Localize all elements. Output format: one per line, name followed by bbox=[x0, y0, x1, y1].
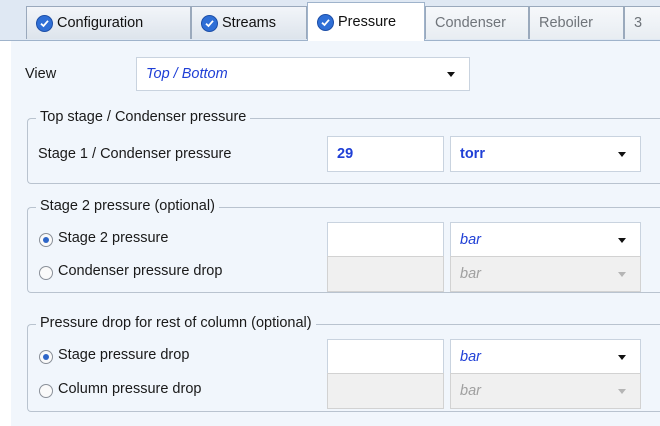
condenser-pressure-unit-select[interactable]: torr bbox=[450, 136, 641, 172]
chevron-down-icon bbox=[618, 272, 626, 277]
column-pressure-drop-unit: bar bbox=[460, 383, 481, 399]
tab-configuration[interactable]: Configuration bbox=[26, 6, 191, 39]
chevron-down-icon bbox=[447, 72, 455, 77]
chevron-down-icon bbox=[618, 389, 626, 394]
tab-strip: Configuration Streams Pressure Condenser… bbox=[0, 0, 660, 41]
stage2-pressure-unit: bar bbox=[460, 232, 481, 248]
stage-pressure-drop-unit-select[interactable]: bar bbox=[450, 339, 641, 375]
condenser-pressure-drop-unit: bar bbox=[460, 266, 481, 282]
condenser-pressure-drop-radio[interactable] bbox=[39, 266, 53, 280]
chevron-down-icon bbox=[618, 355, 626, 360]
condenser-pressure-unit: torr bbox=[460, 146, 485, 162]
column-pressure-drop-radio[interactable] bbox=[39, 384, 53, 398]
condenser-pressure-drop-label: Condenser pressure drop bbox=[58, 263, 223, 279]
column-pressure-drop-unit-select[interactable]: bar bbox=[450, 373, 641, 409]
check-circle-icon bbox=[201, 14, 218, 32]
tab-streams-label: Streams bbox=[222, 15, 276, 31]
group-top-stage-title: Top stage / Condenser pressure bbox=[36, 109, 251, 125]
stage2-pressure-label: Stage 2 pressure bbox=[58, 230, 169, 246]
stage-pressure-drop-input[interactable] bbox=[327, 339, 444, 375]
group-stage2-title: Stage 2 pressure (optional) bbox=[36, 198, 219, 214]
tab-reboiler-label: Reboiler bbox=[539, 15, 593, 31]
stage-pressure-drop-unit: bar bbox=[460, 349, 481, 365]
tab-configuration-label: Configuration bbox=[57, 15, 144, 31]
stage2-pressure-input[interactable] bbox=[327, 222, 444, 258]
condenser-pressure-value: 29 bbox=[337, 146, 354, 162]
tab-overflow-label: 3 bbox=[634, 15, 643, 31]
view-label: View bbox=[25, 66, 57, 82]
check-circle-icon bbox=[36, 14, 53, 32]
chevron-down-icon bbox=[618, 152, 626, 157]
column-pressure-drop-input[interactable] bbox=[327, 373, 444, 409]
chevron-down-icon bbox=[618, 238, 626, 243]
view-select-value: Top / Bottom bbox=[146, 66, 228, 82]
column-pressure-drop-label: Column pressure drop bbox=[58, 381, 202, 397]
stage2-pressure-unit-select[interactable]: bar bbox=[450, 222, 641, 258]
tab-overflow[interactable]: 3 bbox=[624, 6, 660, 39]
check-circle-icon bbox=[317, 13, 334, 31]
tab-streams[interactable]: Streams bbox=[191, 6, 307, 39]
tab-condenser[interactable]: Condenser bbox=[425, 6, 529, 39]
stage-pressure-drop-radio[interactable] bbox=[39, 350, 53, 364]
tab-condenser-label: Condenser bbox=[435, 15, 506, 31]
stage-pressure-drop-label: Stage pressure drop bbox=[58, 347, 190, 363]
tab-reboiler[interactable]: Reboiler bbox=[529, 6, 624, 39]
group-rest-of-column-title: Pressure drop for rest of column (option… bbox=[36, 315, 316, 331]
view-select[interactable]: Top / Bottom bbox=[136, 57, 470, 91]
tab-pressure-label: Pressure bbox=[338, 14, 397, 30]
stage2-pressure-radio[interactable] bbox=[39, 233, 53, 247]
condenser-pressure-drop-unit-select[interactable]: bar bbox=[450, 256, 641, 292]
tab-pressure[interactable]: Pressure bbox=[307, 2, 425, 41]
condenser-pressure-input[interactable]: 29 bbox=[327, 136, 444, 172]
condenser-pressure-drop-input[interactable] bbox=[327, 256, 444, 292]
condenser-pressure-label: Stage 1 / Condenser pressure bbox=[38, 146, 232, 162]
